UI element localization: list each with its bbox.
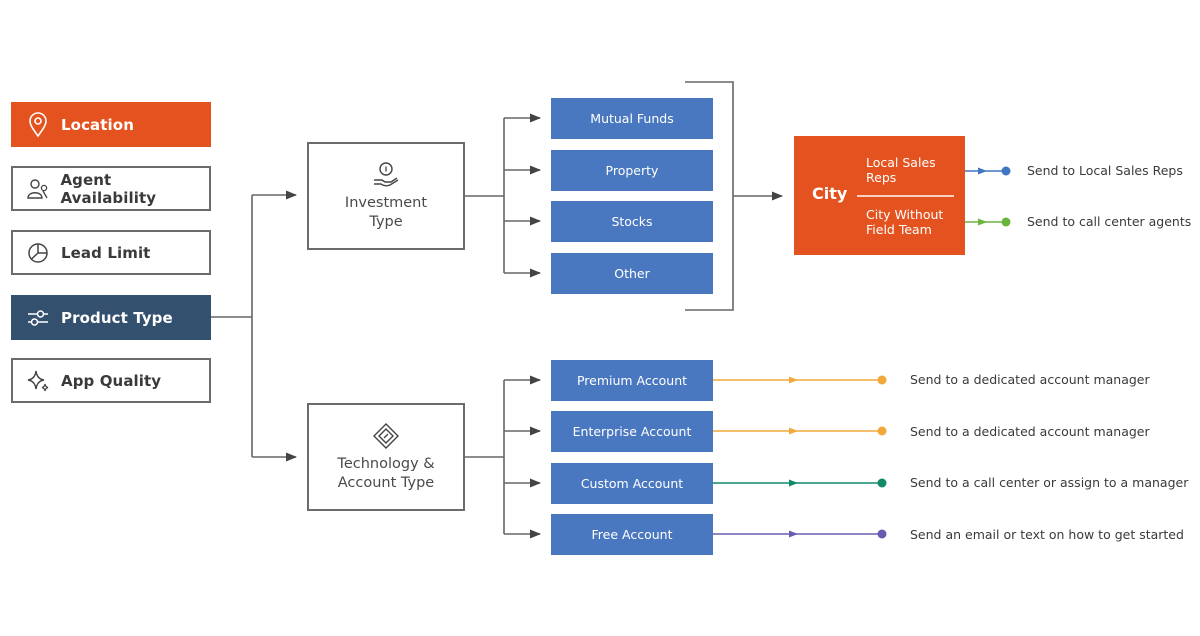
users-icon — [25, 176, 50, 202]
city-outcome-connector — [965, 217, 1011, 227]
city-box[interactable]: City Local Sales Reps City Without Field… — [794, 136, 965, 255]
endpoint-dot — [877, 375, 887, 385]
city-label: City — [812, 184, 848, 203]
endpoint-dot — [877, 529, 887, 539]
sparkle-icon — [25, 368, 51, 394]
arrowhead-icon — [789, 530, 798, 538]
category-technology-account-type[interactable]: Technology & Account Type — [307, 403, 465, 511]
account-outcome-connector — [713, 529, 887, 539]
city-branch-local-sales-reps: Local Sales Reps — [866, 155, 936, 185]
endpoint-dot — [1001, 217, 1011, 227]
account-outcome-connector — [713, 426, 887, 436]
arrowhead-icon — [789, 376, 798, 384]
account-outcome-connector — [713, 478, 887, 488]
criterion-label: Location — [61, 115, 134, 134]
outcome-enterprise: Send to a dedicated account manager — [910, 424, 1150, 439]
map-pin-icon — [25, 111, 51, 138]
arrowhead-icon — [789, 479, 798, 487]
product-type-connector — [211, 190, 298, 462]
option-premium-account[interactable]: Premium Account — [551, 360, 713, 401]
branch-label-line1: Local Sales — [866, 155, 936, 170]
criterion-product-type[interactable]: Product Type — [11, 295, 211, 340]
option-custom-account[interactable]: Custom Account — [551, 463, 713, 504]
city-branch-without-field-team: City Without Field Team — [866, 207, 943, 237]
option-enterprise-account[interactable]: Enterprise Account — [551, 411, 713, 452]
criterion-label: Product Type — [61, 308, 173, 327]
category-label-line2: Account Type — [337, 475, 435, 491]
city-outcome-connector — [965, 166, 1011, 176]
investment-connector — [465, 113, 542, 278]
endpoint-dot — [877, 478, 887, 488]
category-label-line1: Technology & — [337, 456, 435, 472]
branch-label-line2: Field Team — [866, 222, 932, 237]
hand-coin-icon — [371, 160, 401, 190]
endpoint-dot — [1001, 166, 1011, 176]
criterion-agent-availability[interactable]: Agent Availability — [11, 166, 211, 211]
branch-label-line1: City Without — [866, 207, 944, 222]
criterion-label: App Quality — [61, 371, 162, 390]
pie-chart-icon — [25, 240, 51, 266]
criterion-label: Agent Availability — [60, 170, 157, 207]
outcome-premium: Send to a dedicated account manager — [910, 372, 1150, 387]
option-stocks[interactable]: Stocks — [551, 201, 713, 242]
city-divider — [857, 195, 954, 197]
outcome-call-center-agents: Send to call center agents — [1027, 214, 1192, 229]
arrowhead-icon — [978, 218, 987, 226]
criterion-location[interactable]: Location — [11, 102, 211, 147]
category-investment-type[interactable]: Investment Type — [307, 142, 465, 250]
criterion-label: Lead Limit — [61, 243, 151, 262]
arrowhead-icon — [789, 427, 798, 435]
option-free-account[interactable]: Free Account — [551, 514, 713, 555]
option-property[interactable]: Property — [551, 150, 713, 191]
outcome-custom: Send to a call center or assign to a man… — [910, 475, 1189, 490]
branch-label-line2: Reps — [866, 170, 897, 185]
category-label-line2: Type — [369, 214, 403, 230]
endpoint-dot — [877, 426, 887, 436]
criterion-lead-limit[interactable]: Lead Limit — [11, 230, 211, 275]
arrowhead-icon — [978, 167, 987, 175]
outcome-free: Send an email or text on how to get star… — [910, 527, 1184, 542]
diamond-tag-icon — [371, 421, 401, 451]
account-connector — [465, 375, 542, 539]
option-other[interactable]: Other — [551, 253, 713, 294]
account-outcome-connector — [713, 375, 887, 385]
criterion-app-quality[interactable]: App Quality — [11, 358, 211, 403]
option-mutual-funds[interactable]: Mutual Funds — [551, 98, 713, 139]
sliders-icon — [25, 305, 51, 331]
category-label-line1: Investment — [344, 195, 428, 211]
outcome-local-sales-reps: Send to Local Sales Reps — [1027, 163, 1183, 178]
